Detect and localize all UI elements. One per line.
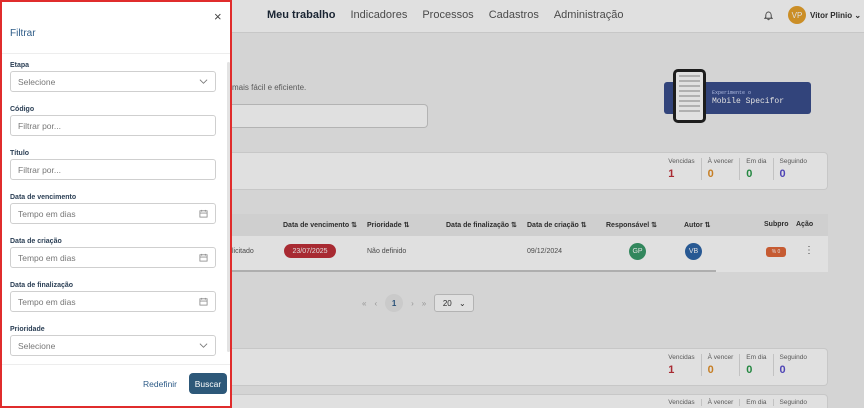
data-finalizacao-placeholder: Tempo em dias bbox=[18, 296, 76, 307]
etapa-select[interactable]: Selecione bbox=[10, 71, 216, 92]
data-vencimento-input[interactable]: Tempo em dias bbox=[10, 203, 216, 224]
prioridade-value: Selecione bbox=[18, 340, 56, 351]
data-criacao-input[interactable]: Tempo em dias bbox=[10, 247, 216, 268]
label-codigo: Código bbox=[10, 106, 35, 113]
search-button[interactable]: Buscar bbox=[189, 373, 227, 394]
label-etapa: Etapa bbox=[10, 62, 30, 69]
panel-scrollbar[interactable] bbox=[227, 62, 230, 352]
label-prioridade: Prioridade bbox=[10, 326, 45, 333]
codigo-placeholder: Filtrar por... bbox=[18, 120, 61, 131]
calendar-icon[interactable] bbox=[199, 297, 208, 306]
data-vencimento-placeholder: Tempo em dias bbox=[18, 208, 76, 219]
titulo-input[interactable]: Filtrar por... bbox=[10, 159, 216, 180]
label-data-finalizacao: Data de finalização bbox=[10, 282, 74, 289]
close-icon[interactable]: × bbox=[214, 9, 222, 24]
chevron-down-icon bbox=[199, 79, 208, 84]
prioridade-select[interactable]: Selecione bbox=[10, 335, 216, 356]
panel-title: Filtrar bbox=[10, 28, 36, 39]
data-criacao-placeholder: Tempo em dias bbox=[18, 252, 76, 263]
reset-button[interactable]: Redefinir bbox=[143, 379, 177, 389]
label-titulo: Título bbox=[10, 150, 30, 157]
codigo-input[interactable]: Filtrar por... bbox=[10, 115, 216, 136]
data-finalizacao-input[interactable]: Tempo em dias bbox=[10, 291, 216, 312]
calendar-icon[interactable] bbox=[199, 209, 208, 218]
label-data-vencimento: Data de vencimento bbox=[10, 194, 77, 201]
label-data-criacao: Data de criação bbox=[10, 238, 62, 245]
calendar-icon[interactable] bbox=[199, 253, 208, 262]
chevron-down-icon bbox=[199, 343, 208, 348]
filter-fields: Etapa Selecione Código Filtrar por... Tí… bbox=[2, 53, 230, 365]
titulo-placeholder: Filtrar por... bbox=[18, 164, 61, 175]
filter-panel: Filtrar × Etapa Selecione Código Filtrar… bbox=[0, 0, 232, 408]
etapa-value: Selecione bbox=[18, 76, 56, 87]
